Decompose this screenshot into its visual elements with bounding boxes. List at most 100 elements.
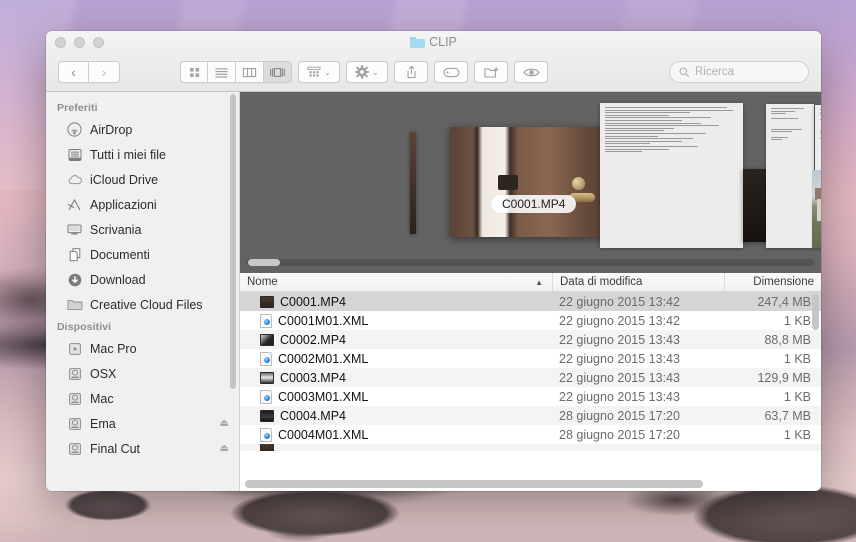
table-row[interactable]: C0002M01.XML 22 giugno 2015 13:43 1 KB bbox=[240, 349, 821, 368]
column-header-label: Data di modifica bbox=[560, 276, 643, 288]
table-row[interactable]: C0001.MP4 22 giugno 2015 13:42 247,4 MB bbox=[240, 292, 821, 311]
sidebar-item-airdrop[interactable]: AirDrop bbox=[46, 117, 239, 142]
new-folder-icon bbox=[483, 66, 498, 78]
quick-look-button[interactable] bbox=[514, 61, 548, 83]
column-headers: Nome ▲ Data di modifica Dimensione bbox=[240, 273, 821, 292]
tag-button[interactable] bbox=[434, 61, 468, 83]
list-icon bbox=[215, 67, 228, 78]
sidebar-item-documents[interactable]: Documenti bbox=[46, 242, 239, 267]
xml-document-icon bbox=[260, 389, 272, 404]
file-name-cell: C0003.MP4 bbox=[240, 368, 552, 387]
action-menu-button[interactable]: ⌄ bbox=[346, 61, 388, 83]
finder-window: CLIP ‹ › ⌄ ⌄ Ricerca Preferiti AirDrop T… bbox=[46, 31, 821, 491]
coverflow-item-current[interactable] bbox=[450, 127, 612, 237]
search-field[interactable]: Ricerca bbox=[669, 61, 809, 83]
xml-text-lines bbox=[766, 104, 814, 144]
column-header-name[interactable]: Nome ▲ bbox=[240, 273, 552, 291]
downloads-icon bbox=[66, 272, 83, 288]
xml-document-icon bbox=[260, 351, 272, 366]
sidebar-item-label: Applicazioni bbox=[90, 197, 157, 212]
sidebar-item-mac-pro[interactable]: Mac Pro bbox=[46, 336, 239, 361]
sidebar-item-label: Tutti i miei file bbox=[90, 147, 166, 162]
file-date: 22 giugno 2015 13:43 bbox=[559, 351, 680, 366]
view-mode-buttons bbox=[180, 61, 292, 83]
file-list-horizontal-scrollbar-thumb[interactable] bbox=[245, 480, 703, 488]
column-view-button[interactable] bbox=[236, 61, 264, 83]
icon-view-button[interactable] bbox=[180, 61, 208, 83]
new-folder-button[interactable] bbox=[474, 61, 508, 83]
file-date: 22 giugno 2015 13:43 bbox=[559, 370, 680, 385]
coverflow-item-prev-edge[interactable] bbox=[410, 132, 416, 234]
coverflow-item-xml-preview[interactable] bbox=[600, 103, 743, 248]
column-header-label: Nome bbox=[247, 276, 278, 288]
window-title: CLIP bbox=[46, 31, 821, 53]
minimize-button[interactable] bbox=[74, 36, 85, 48]
file-date: 22 giugno 2015 13:42 bbox=[559, 294, 680, 309]
sidebar-item-label: OSX bbox=[90, 366, 117, 381]
sidebar-item-downloads[interactable]: Download bbox=[46, 267, 239, 292]
sidebar-item-osx[interactable]: OSX bbox=[46, 361, 239, 386]
xml-text-lines bbox=[815, 105, 821, 143]
coverflow-pane[interactable]: C0001.MP4 bbox=[240, 92, 821, 273]
sidebar-item-mac[interactable]: Mac bbox=[46, 386, 239, 411]
table-row[interactable]: C0001M01.XML 22 giugno 2015 13:42 1 KB bbox=[240, 311, 821, 330]
xml-text-lines bbox=[600, 103, 743, 156]
file-name-cell: C0002.MP4 bbox=[240, 330, 552, 349]
finder-sidebar: Preferiti AirDrop Tutti i miei file iClo… bbox=[46, 92, 240, 491]
coverflow-stage: C0001.MP4 bbox=[240, 92, 821, 251]
eject-icon[interactable]: ⏏ bbox=[220, 443, 229, 454]
file-name: C0004.MP4 bbox=[280, 408, 347, 423]
file-size: 1 KB bbox=[783, 351, 811, 366]
sidebar-item-desktop[interactable]: Scrivania bbox=[46, 217, 239, 242]
sidebar-item-label: iCloud Drive bbox=[90, 172, 159, 187]
table-row[interactable]: C0003.MP4 22 giugno 2015 13:43 129,9 MB bbox=[240, 368, 821, 387]
file-name-cell: C0004.MP4 bbox=[240, 406, 552, 425]
gear-icon bbox=[355, 65, 369, 79]
harddisk-icon bbox=[66, 441, 83, 457]
zoom-button[interactable] bbox=[93, 36, 104, 48]
sidebar-item-label: Scrivania bbox=[90, 222, 142, 237]
folder-icon bbox=[66, 297, 83, 313]
list-view-button[interactable] bbox=[208, 61, 236, 83]
traffic-lights bbox=[55, 36, 104, 48]
coverflow-scrollbar-thumb[interactable] bbox=[248, 259, 280, 266]
sort-ascending-icon: ▲ bbox=[535, 277, 543, 287]
chevron-left-icon: ‹ bbox=[71, 64, 76, 80]
sidebar-item-ema[interactable]: Ema ⏏ bbox=[46, 411, 239, 436]
eject-icon[interactable]: ⏏ bbox=[220, 418, 229, 429]
column-header-size[interactable]: Dimensione bbox=[724, 273, 821, 291]
coverflow-current-label: C0001.MP4 bbox=[491, 195, 577, 213]
sidebar-item-applications[interactable]: Applicazioni bbox=[46, 192, 239, 217]
video-thumbnail-icon bbox=[260, 333, 274, 346]
sidebar-scrollbar[interactable] bbox=[230, 94, 236, 389]
window-titlebar[interactable]: CLIP bbox=[46, 31, 821, 53]
sidebar-item-final-cut[interactable]: Final Cut ⏏ bbox=[46, 436, 239, 461]
coverflow-scrollbar[interactable] bbox=[246, 259, 815, 266]
sidebar-item-icloud-drive[interactable]: iCloud Drive bbox=[46, 167, 239, 192]
coverflow-view-button[interactable] bbox=[264, 61, 292, 83]
share-button[interactable] bbox=[394, 61, 428, 83]
file-name: C0001.MP4 bbox=[280, 294, 347, 309]
table-row[interactable]: C0004M01.XML 28 giugno 2015 17:20 1 KB bbox=[240, 425, 821, 444]
sidebar-item-all-my-files[interactable]: Tutti i miei file bbox=[46, 142, 239, 167]
documents-icon bbox=[66, 247, 83, 263]
file-list-vertical-scrollbar[interactable] bbox=[812, 294, 819, 330]
close-button[interactable] bbox=[55, 36, 66, 48]
computer-icon bbox=[66, 341, 83, 357]
sidebar-item-creative-cloud-files[interactable]: Creative Cloud Files bbox=[46, 292, 239, 317]
back-button[interactable]: ‹ bbox=[58, 61, 89, 83]
table-row[interactable]: C0004.MP4 28 giugno 2015 17:20 63,7 MB bbox=[240, 406, 821, 425]
table-row[interactable]: C0002.MP4 22 giugno 2015 13:43 88,8 MB bbox=[240, 330, 821, 349]
chevron-down-icon: ⌄ bbox=[372, 67, 379, 77]
arrange-by-button[interactable]: ⌄ bbox=[298, 61, 340, 83]
sidebar-heading-favorites: Preferiti bbox=[57, 102, 98, 114]
coverflow-item-house-photo[interactable] bbox=[812, 170, 821, 248]
desktop-icon bbox=[66, 222, 83, 238]
forward-button[interactable]: › bbox=[89, 61, 120, 83]
column-header-date[interactable]: Data di modifica bbox=[552, 273, 724, 291]
table-row[interactable]: C0003M01.XML 22 giugno 2015 13:43 1 KB bbox=[240, 387, 821, 406]
coverflow-item-xml-preview-2[interactable] bbox=[766, 104, 814, 248]
table-row-partial[interactable] bbox=[240, 444, 821, 451]
finder-toolbar: ‹ › ⌄ ⌄ Ricerca bbox=[46, 53, 821, 92]
coverflow-item-next-video[interactable] bbox=[743, 169, 766, 242]
